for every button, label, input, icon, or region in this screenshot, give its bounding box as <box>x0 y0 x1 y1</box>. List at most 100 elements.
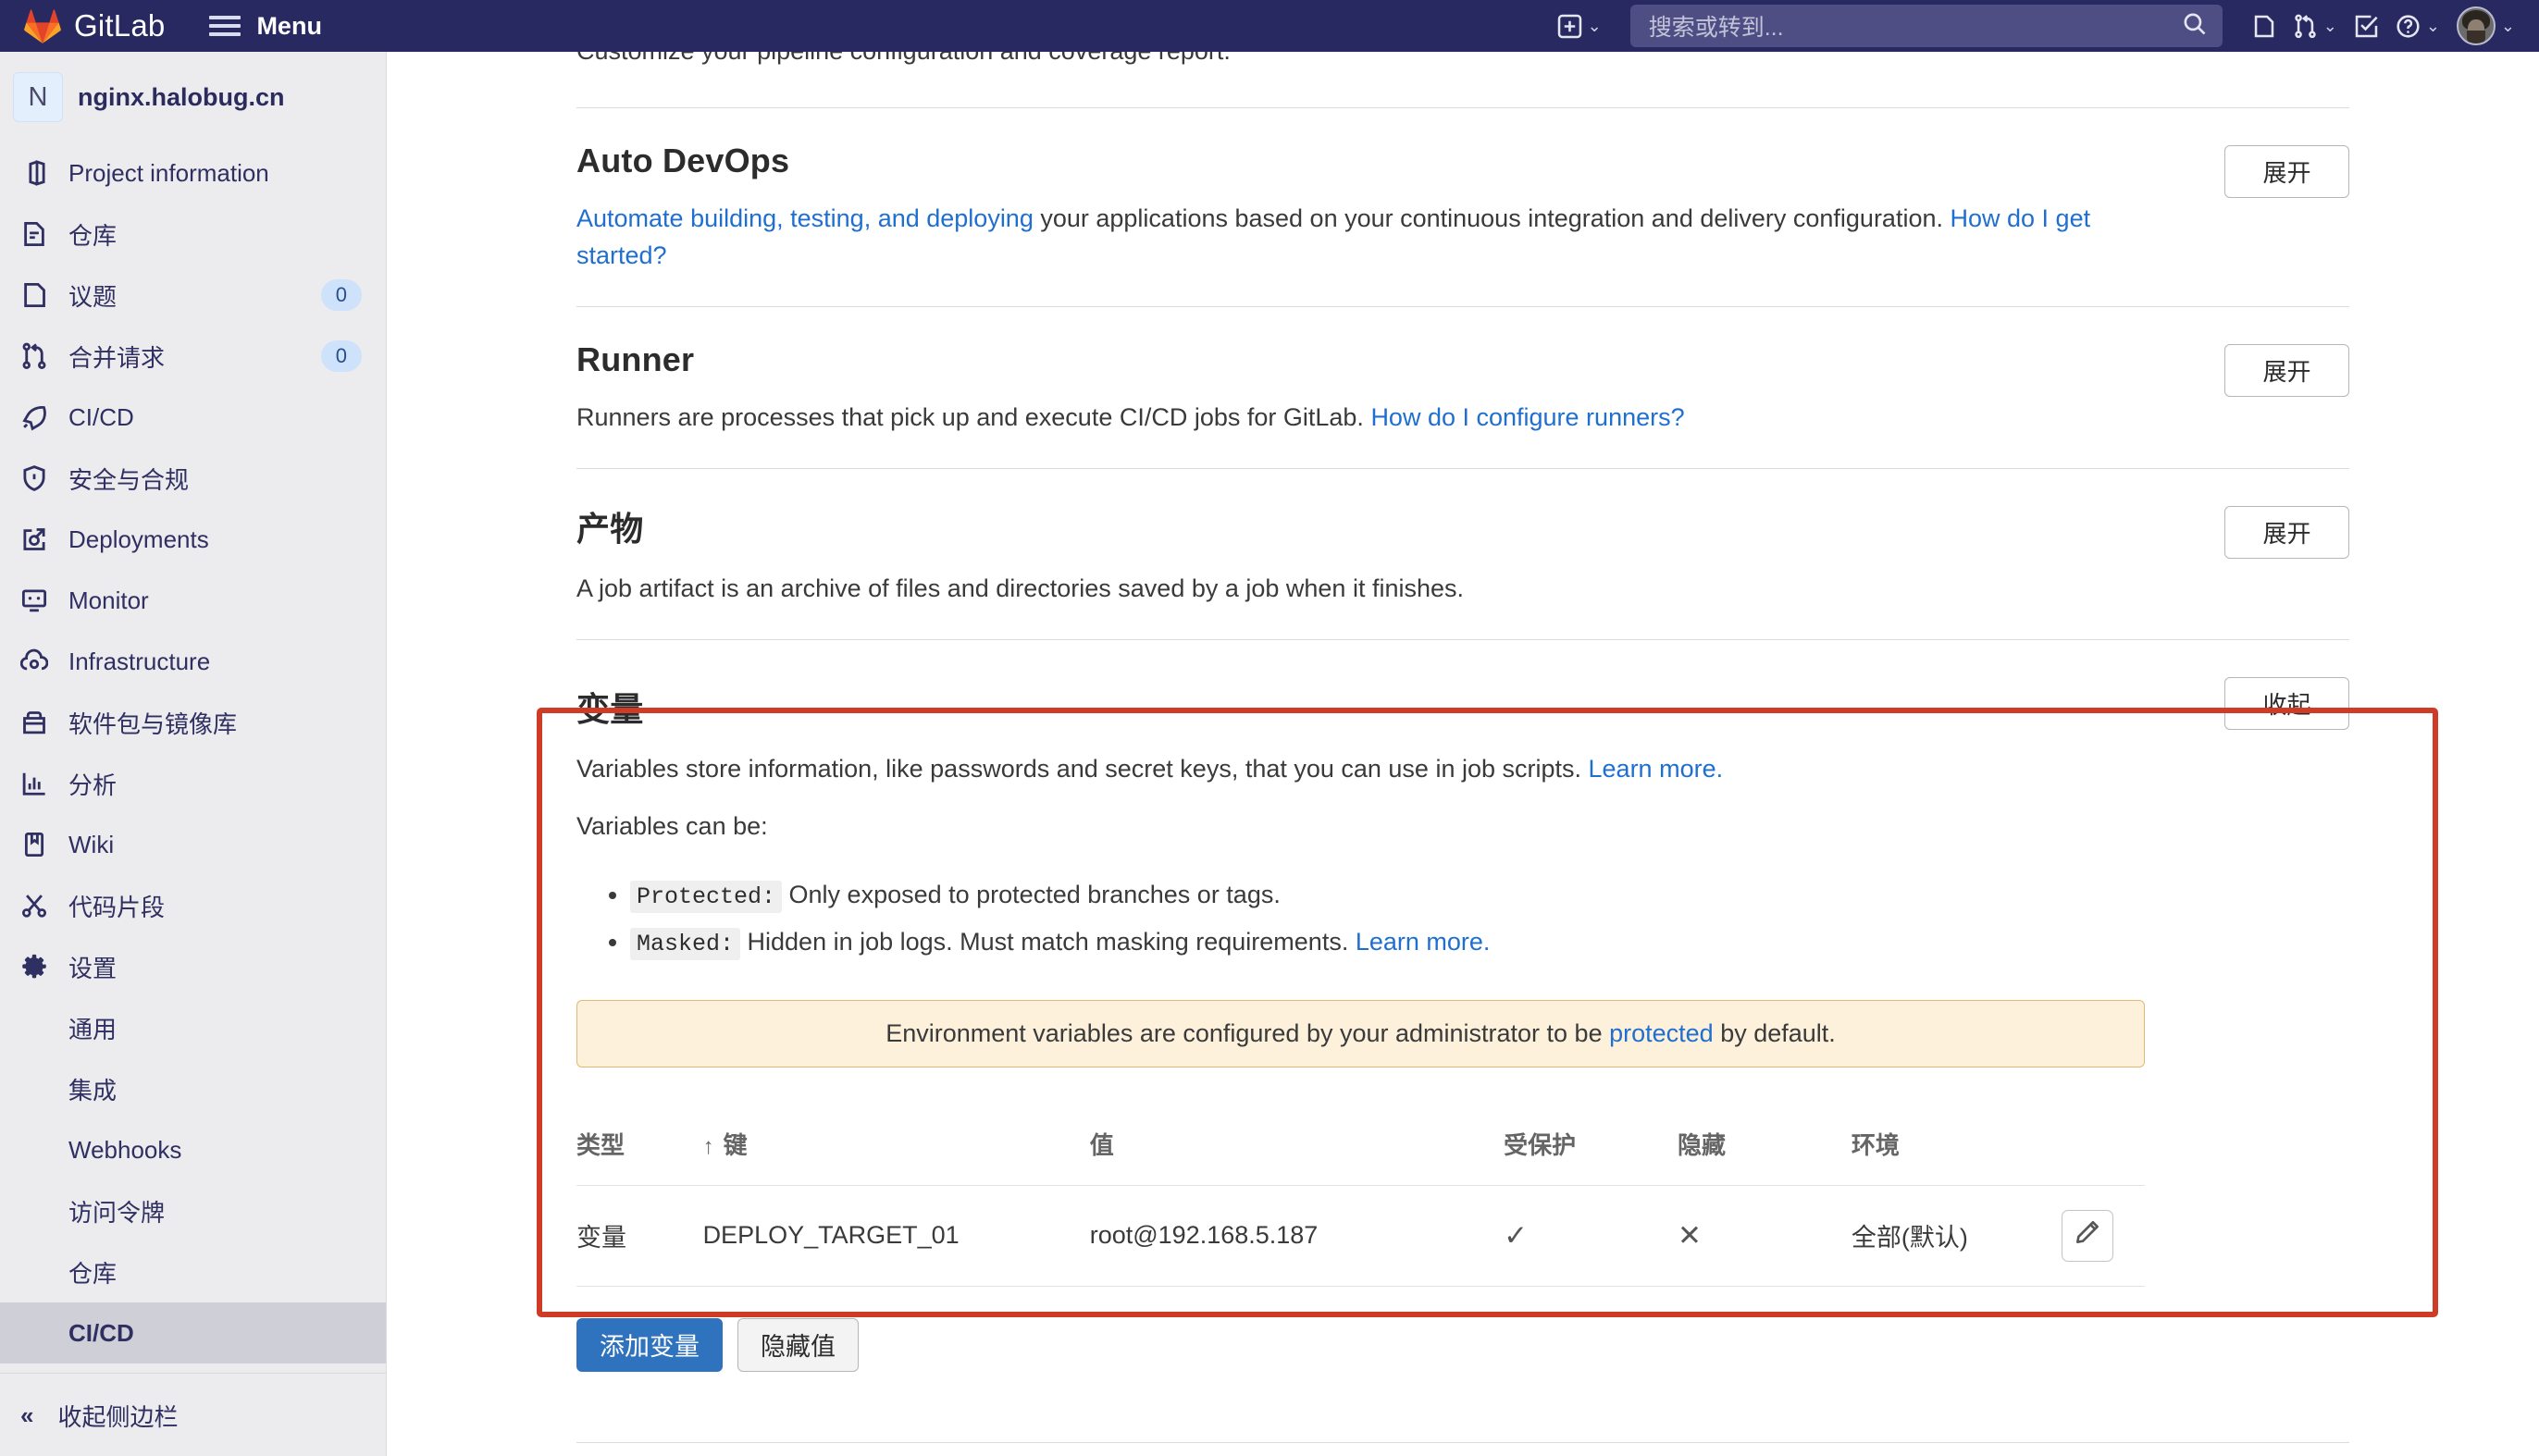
merge-request-icon <box>2293 14 2318 39</box>
sidebar-item-project-information[interactable]: Project information <box>0 142 386 204</box>
package-icon <box>17 705 52 740</box>
issues-button[interactable] <box>2243 0 2285 52</box>
todos-button[interactable] <box>2346 0 2387 52</box>
masked-keyword: Masked: <box>630 928 741 961</box>
column-header-value[interactable]: 值 <box>1090 1106 1504 1186</box>
deployments-icon <box>17 522 52 557</box>
project-info-icon <box>17 155 52 191</box>
variables-bullet-list: Protected: Only exposed to protected bra… <box>630 871 2428 967</box>
repository-icon <box>17 216 52 252</box>
sidebar-item-[interactable]: 合并请求 0 <box>0 326 386 387</box>
column-header-masked[interactable]: 隐藏 <box>1678 1106 1852 1186</box>
search-input[interactable]: 搜索或转到... <box>1629 5 2223 47</box>
list-item: Masked: Hidden in job logs. Must match m… <box>630 919 2428 967</box>
collapse-sidebar-button[interactable]: « 收起侧边栏 <box>0 1383 386 1448</box>
plus-square-icon <box>1557 14 1582 39</box>
sidebar-subitem-[interactable]: 访问令牌 <box>0 1180 386 1241</box>
section-description: Automate building, testing, and deployin… <box>576 201 2117 275</box>
gitlab-brand[interactable]: GitLab <box>24 8 165 43</box>
section-variables: 变量 收起 Variables store information, like … <box>576 640 2428 1403</box>
sidebar-item-[interactable]: 软件包与镜像库 <box>0 692 386 753</box>
sidebar-item-wiki[interactable]: Wiki <box>0 814 386 875</box>
sidebar-item-label: 合并请求 <box>68 343 166 372</box>
protected-link[interactable]: protected <box>1609 1019 1714 1047</box>
merge-requests-button[interactable]: ⌄ <box>2285 0 2346 52</box>
create-new-button[interactable]: ⌄ <box>1549 0 1610 52</box>
section-description: A job artifact is an archive of files an… <box>576 574 1465 602</box>
main-menu-button[interactable]: Menu <box>209 12 322 41</box>
user-menu-button[interactable]: ⌄ <box>2448 0 2539 52</box>
add-variable-button[interactable]: 添加变量 <box>576 1317 723 1372</box>
sidebar-item-badge: 0 <box>320 279 362 311</box>
sort-ascending-icon: ↑ <box>702 1133 714 1159</box>
section-title: Auto DevOps <box>576 142 790 179</box>
configure-runners-link[interactable]: How do I configure runners? <box>1370 403 1684 431</box>
protected-description: Only exposed to protected branches or ta… <box>782 880 1281 908</box>
table-header-row: 类型 ↑ 键 值 受保护 隐藏 环境 <box>576 1106 2145 1186</box>
chevron-down-icon: ⌄ <box>1587 17 1602 35</box>
automate-building-link[interactable]: Automate building, testing, and deployin… <box>576 204 1034 232</box>
cell-masked: ✕ <box>1677 1184 1852 1287</box>
variables-learn-more-link[interactable]: Learn more. <box>1589 755 1724 783</box>
sidebar-subitem-[interactable]: 通用 <box>0 997 386 1058</box>
sidebar-project-header[interactable]: N nginx.halobug.cn <box>0 52 386 142</box>
sidebar-subitem-[interactable]: 集成 <box>0 1058 386 1119</box>
section-title: 产物 <box>576 509 644 548</box>
cell-value: root@192.168.5.187 <box>1089 1184 1505 1287</box>
column-header-actions <box>2062 1106 2145 1186</box>
section-text-mid: your applications based on your continuo… <box>1033 204 1951 232</box>
top-navigation-bar: GitLab Menu ⌄ 搜索或转到... ⌄ ⌄ ⌄ <box>0 0 2539 52</box>
brand-title: GitLab <box>74 8 166 43</box>
sidebar-item-[interactable]: 议题 0 <box>0 265 386 326</box>
sidebar-item-label: 设置 <box>68 954 118 982</box>
sidebar-item-[interactable]: 安全与合规 <box>0 448 386 509</box>
cell-environment: 全部(默认) <box>1851 1184 2062 1287</box>
variables-intro: Variables store information, like passwo… <box>576 751 2117 788</box>
masking-learn-more-link[interactable]: Learn more. <box>1356 928 1491 956</box>
main-content: Customize your pipeline configuration an… <box>387 52 2539 1456</box>
expand-button-runner[interactable]: 展开 <box>2224 343 2349 397</box>
sidebar-item-label: 仓库 <box>68 221 118 250</box>
sidebar-item-[interactable]: 仓库 <box>0 204 386 265</box>
help-button[interactable]: ⌄ <box>2387 0 2448 52</box>
column-header-type[interactable]: 类型 <box>576 1106 703 1186</box>
sidebar-item-label: Infrastructure <box>68 647 211 675</box>
sidebar-subitem-webhooks[interactable]: Webhooks <box>0 1119 386 1180</box>
sidebar-item-monitor[interactable]: Monitor <box>0 570 386 631</box>
sidebar-item-[interactable]: 代码片段 <box>0 875 386 936</box>
question-circle-icon <box>2396 14 2421 39</box>
list-item: Protected: Only exposed to protected bra… <box>630 871 2428 919</box>
search-placeholder: 搜索或转到... <box>1648 15 1784 41</box>
column-header-environment[interactable]: 环境 <box>1852 1106 2062 1186</box>
edit-variable-button[interactable] <box>2062 1209 2114 1262</box>
sidebar-item-infrastructure[interactable]: Infrastructure <box>0 631 386 692</box>
wiki-book-icon <box>17 827 52 862</box>
sidebar-subitem-[interactable]: 仓库 <box>0 1241 386 1302</box>
sidebar-item-ci-cd[interactable]: CI/CD <box>0 387 386 448</box>
cell-type: 变量 <box>576 1184 703 1287</box>
column-header-protected[interactable]: 受保护 <box>1504 1106 1678 1186</box>
sidebar-item-label: 议题 <box>68 282 118 311</box>
cell-actions <box>2062 1184 2145 1287</box>
notice-text-pre: Environment variables are configured by … <box>886 1018 1610 1047</box>
sidebar-item-deployments[interactable]: Deployments <box>0 509 386 570</box>
sidebar-item-label: 安全与合规 <box>68 465 190 494</box>
chevron-down-icon: ⌄ <box>2425 17 2440 35</box>
section-title: Runner <box>576 339 695 378</box>
section-title: 变量 <box>576 689 644 728</box>
section-divider <box>576 1441 2349 1443</box>
collapse-sidebar-label: 收起侧边栏 <box>57 1402 179 1431</box>
notice-text-post: by default. <box>1713 1018 1836 1047</box>
expand-button-auto-devops[interactable]: 展开 <box>2224 145 2349 198</box>
hide-values-button[interactable]: 隐藏值 <box>737 1317 859 1372</box>
expand-button-artifacts[interactable]: 展开 <box>2224 505 2349 559</box>
collapse-button-variables[interactable]: 收起 <box>2224 676 2349 730</box>
column-header-key[interactable]: ↑ 键 <box>703 1106 1090 1186</box>
merge-request-icon <box>17 339 52 374</box>
sidebar-item-label: 代码片段 <box>68 893 166 921</box>
sidebar-item-[interactable]: 设置 <box>0 936 386 997</box>
issues-icon <box>17 278 52 313</box>
sidebar-item-badge: 0 <box>320 340 362 372</box>
sidebar-item-[interactable]: 分析 <box>0 753 386 814</box>
sidebar-subitem-ci-cd[interactable]: CI/CD <box>0 1302 386 1363</box>
